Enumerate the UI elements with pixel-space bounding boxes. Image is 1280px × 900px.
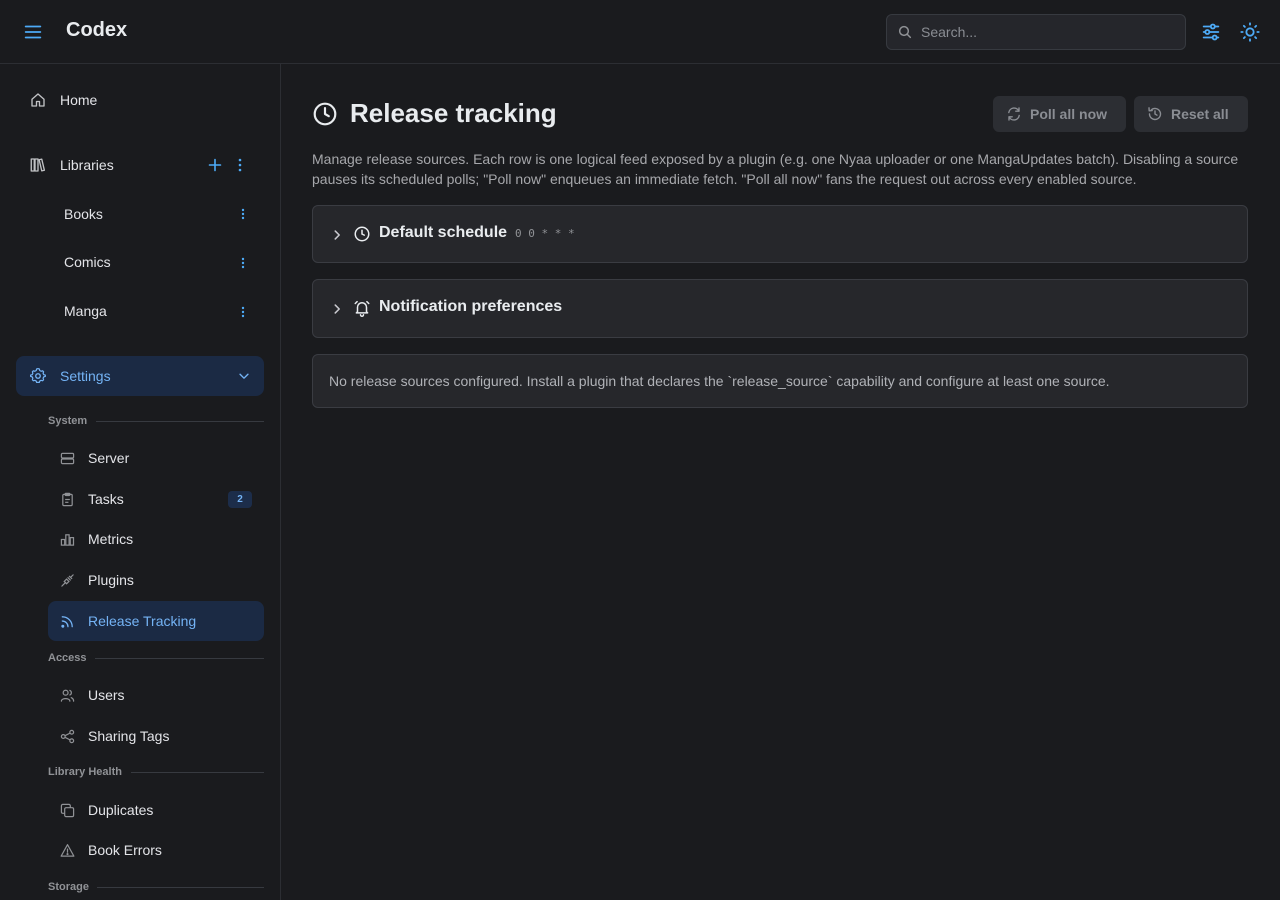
sidebar-item-label: Tasks bbox=[88, 491, 124, 507]
plug-icon bbox=[60, 573, 75, 588]
sidebar-item-library[interactable]: Comics bbox=[48, 242, 264, 282]
server-icon bbox=[60, 451, 75, 466]
sidebar-item-label: Libraries bbox=[60, 157, 114, 173]
sidebar-item-label: Book Errors bbox=[88, 842, 162, 858]
sidebar-item-tasks[interactable]: Tasks 2 bbox=[48, 479, 264, 519]
sidebar-item-duplicates[interactable]: Duplicates bbox=[48, 790, 264, 830]
notification-preferences-title: Notification preferences bbox=[379, 298, 563, 315]
sidebar-item-book-errors[interactable]: Book Errors bbox=[48, 830, 264, 870]
refresh-icon bbox=[1006, 106, 1022, 122]
sidebar-item-label: Home bbox=[60, 92, 98, 108]
history-icon bbox=[1147, 106, 1163, 122]
cron-expression: 0 0 * * * bbox=[515, 227, 575, 240]
sidebar-item-label: Settings bbox=[60, 368, 111, 384]
empty-state-message: No release sources configured. Install a… bbox=[329, 373, 1110, 389]
sidebar: Home Libraries Books Comics Manga Settin… bbox=[0, 64, 281, 900]
sidebar-item-library[interactable]: Manga bbox=[48, 291, 264, 331]
chevron-down-icon bbox=[237, 369, 251, 383]
users-icon bbox=[60, 688, 75, 703]
library-label: Manga bbox=[64, 303, 107, 319]
library-menu-icon[interactable] bbox=[235, 206, 251, 222]
app-title: Codex bbox=[66, 19, 128, 41]
add-library-icon[interactable] bbox=[207, 157, 223, 173]
libraries-menu-icon[interactable] bbox=[232, 157, 248, 173]
library-menu-icon[interactable] bbox=[235, 304, 251, 320]
share-icon bbox=[60, 729, 75, 744]
clipboard-icon bbox=[60, 492, 75, 507]
home-icon bbox=[29, 91, 47, 109]
sidebar-item-release-tracking[interactable]: Release Tracking bbox=[48, 601, 264, 641]
page-description: Manage release sources. Each row is one … bbox=[312, 151, 1239, 187]
sidebar-item-library[interactable]: Books bbox=[48, 194, 264, 234]
filters-icon[interactable] bbox=[1200, 21, 1222, 43]
notification-preferences-panel[interactable]: Notification preferences bbox=[312, 279, 1248, 338]
sidebar-item-label: Duplicates bbox=[88, 802, 154, 818]
sidebar-item-plugins[interactable]: Plugins bbox=[48, 560, 264, 600]
search-icon bbox=[897, 24, 913, 40]
top-header: Codex bbox=[0, 0, 1280, 64]
copy-icon bbox=[60, 803, 75, 818]
theme-toggle-icon[interactable] bbox=[1239, 21, 1261, 43]
poll-all-now-label: Poll all now bbox=[1030, 106, 1108, 122]
sidebar-item-label: Sharing Tags bbox=[88, 728, 170, 744]
empty-state-panel: No release sources configured. Install a… bbox=[312, 354, 1248, 408]
clock-icon bbox=[312, 101, 338, 127]
bar-chart-icon bbox=[60, 532, 75, 547]
sidebar-item-label: Users bbox=[88, 687, 125, 703]
main-content: Release tracking Poll all now Reset all … bbox=[281, 64, 1280, 900]
sidebar-item-label: Metrics bbox=[88, 531, 134, 547]
alarm-bell-icon bbox=[353, 299, 371, 317]
library-label: Comics bbox=[64, 254, 111, 270]
sidebar-item-settings[interactable]: Settings bbox=[16, 356, 264, 396]
section-divider bbox=[131, 772, 264, 773]
sidebar-item-metrics[interactable]: Metrics bbox=[48, 519, 264, 559]
reset-all-label: Reset all bbox=[1171, 106, 1229, 122]
search-box[interactable] bbox=[886, 14, 1186, 50]
chevron-right-icon[interactable] bbox=[330, 228, 344, 242]
warning-icon bbox=[60, 843, 75, 858]
library-menu-icon[interactable] bbox=[235, 255, 251, 271]
section-divider bbox=[96, 421, 264, 422]
tasks-count-badge: 2 bbox=[228, 491, 252, 508]
chevron-right-icon[interactable] bbox=[330, 302, 344, 316]
library-label: Books bbox=[64, 206, 103, 222]
sidebar-item-label: Server bbox=[88, 450, 130, 466]
library-icon bbox=[29, 156, 47, 174]
reset-all-button[interactable]: Reset all bbox=[1134, 96, 1248, 132]
section-label-system: System bbox=[48, 415, 88, 427]
default-schedule-panel[interactable]: Default schedule 0 0 * * * bbox=[312, 205, 1248, 263]
gear-icon bbox=[29, 367, 47, 385]
section-label-storage: Storage bbox=[48, 881, 89, 893]
section-divider bbox=[97, 887, 264, 888]
menu-icon[interactable] bbox=[22, 21, 44, 43]
section-label-access: Access bbox=[48, 652, 87, 664]
sidebar-item-label: Release Tracking bbox=[88, 613, 197, 629]
sidebar-item-users[interactable]: Users bbox=[48, 675, 264, 715]
clock-icon bbox=[353, 225, 371, 243]
section-label-library-health: Library Health bbox=[48, 766, 122, 778]
sidebar-item-libraries[interactable]: Libraries bbox=[16, 145, 264, 185]
sidebar-item-server[interactable]: Server bbox=[48, 438, 264, 478]
section-divider bbox=[95, 658, 264, 659]
default-schedule-title: Default schedule bbox=[379, 224, 508, 241]
sidebar-item-label: Plugins bbox=[88, 572, 134, 588]
sidebar-item-sharing-tags[interactable]: Sharing Tags bbox=[48, 716, 264, 756]
sidebar-item-home[interactable]: Home bbox=[16, 80, 264, 120]
rss-icon bbox=[60, 614, 75, 629]
poll-all-now-button[interactable]: Poll all now bbox=[993, 96, 1126, 132]
page-title: Release tracking bbox=[350, 98, 557, 128]
search-input[interactable] bbox=[921, 15, 1181, 49]
